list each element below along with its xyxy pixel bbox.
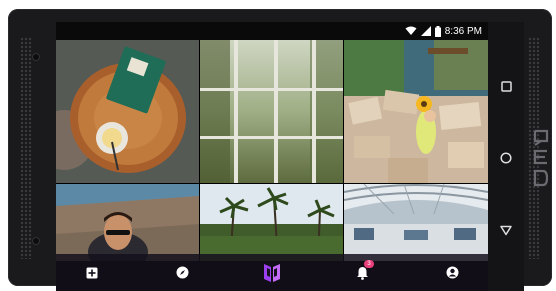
profile-icon bbox=[446, 266, 458, 279]
back-icon bbox=[500, 225, 512, 235]
woman-with-sunflower-photo[interactable] bbox=[344, 40, 488, 183]
add-button[interactable] bbox=[72, 254, 112, 291]
back-button[interactable] bbox=[496, 220, 516, 240]
add-icon bbox=[86, 267, 98, 278]
left-speaker-grille bbox=[20, 37, 32, 259]
profile-button[interactable] bbox=[432, 254, 472, 291]
home-button[interactable] bbox=[496, 148, 516, 168]
compass-icon bbox=[176, 266, 188, 279]
battery-icon bbox=[434, 25, 441, 37]
screen: 8:36 PM 3 bbox=[56, 22, 524, 291]
notifications-button[interactable]: 3 bbox=[342, 254, 382, 291]
app-logo-icon bbox=[264, 263, 280, 282]
photo-grid bbox=[56, 40, 488, 261]
photo-illustration bbox=[56, 184, 199, 261]
photo-illustration bbox=[344, 184, 488, 261]
recent-apps-icon bbox=[500, 80, 512, 92]
phone-device: 8:36 PM 3 bbox=[8, 9, 552, 291]
man-with-sunglasses-photo[interactable] bbox=[56, 184, 199, 261]
wifi-icon bbox=[405, 26, 417, 35]
front-sensor bbox=[32, 237, 40, 245]
recent-apps-button[interactable] bbox=[496, 76, 516, 96]
red-brand-logo bbox=[533, 129, 549, 187]
photo-illustration bbox=[344, 40, 488, 183]
home-logo-button[interactable] bbox=[252, 254, 292, 291]
photo-illustration bbox=[200, 184, 343, 261]
palm-trees-photo[interactable] bbox=[200, 184, 343, 261]
cell-signal-icon bbox=[420, 26, 431, 36]
front-camera bbox=[32, 53, 40, 61]
home-icon bbox=[500, 152, 512, 164]
misty-window-greenery-photo[interactable] bbox=[200, 40, 343, 183]
photo-illustration bbox=[200, 40, 343, 183]
bottom-navigation-bar: 3 bbox=[56, 254, 488, 291]
photo-illustration bbox=[56, 40, 199, 183]
notification-count-badge: 3 bbox=[364, 260, 374, 268]
airport-terminal-photo[interactable] bbox=[344, 184, 488, 261]
explore-button[interactable] bbox=[162, 254, 202, 291]
status-bar: 8:36 PM bbox=[56, 22, 488, 40]
notebook-on-wood-slice-photo[interactable] bbox=[56, 40, 199, 183]
status-time: 8:36 PM bbox=[444, 25, 482, 37]
system-navigation-bar bbox=[488, 22, 524, 291]
